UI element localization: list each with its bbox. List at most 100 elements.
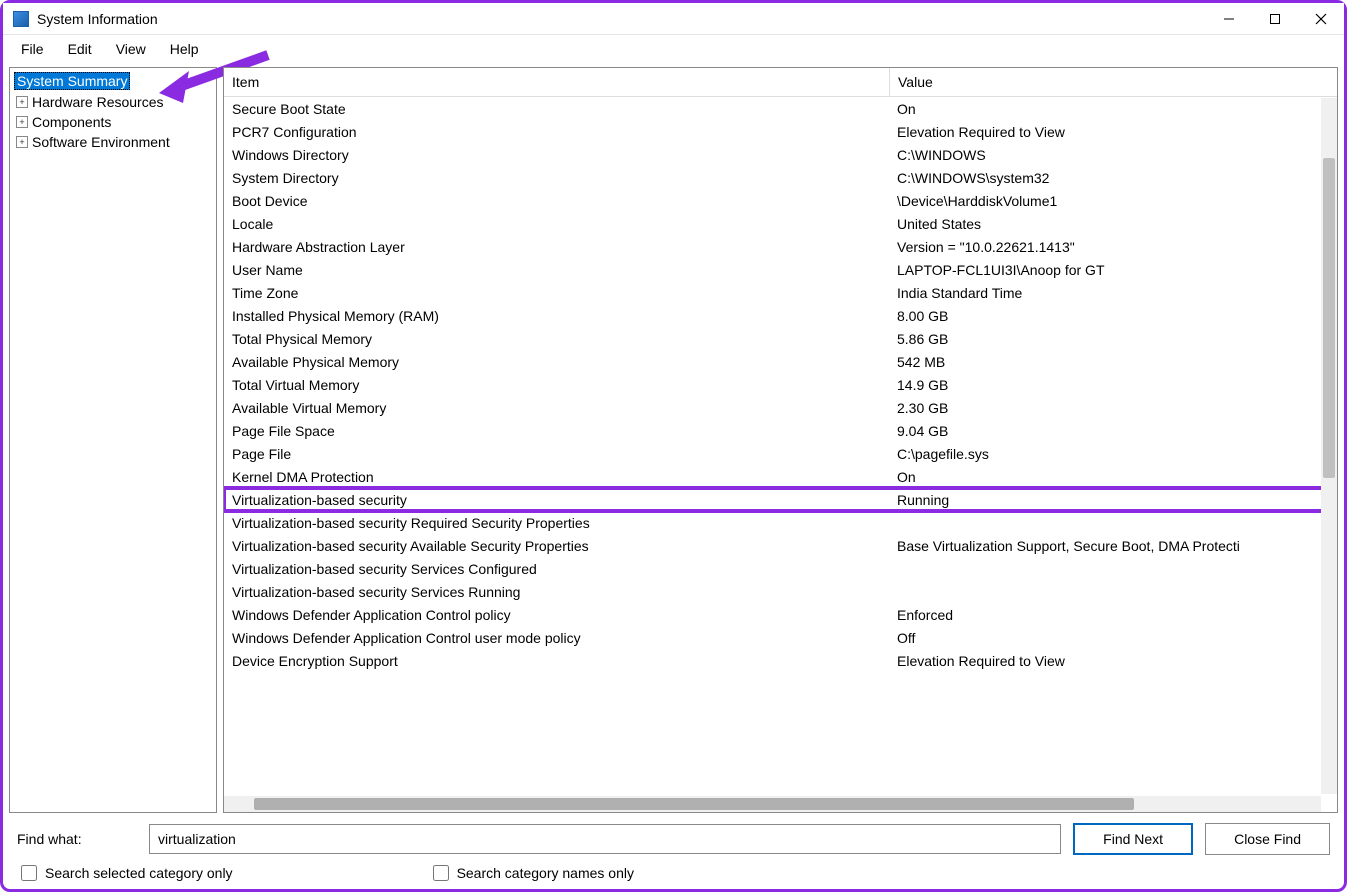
- cell-value: Off: [889, 626, 1337, 649]
- table-row[interactable]: PCR7 ConfigurationElevation Required to …: [224, 120, 1337, 143]
- expand-icon[interactable]: +: [16, 116, 28, 128]
- table-row[interactable]: Virtualization-based security Available …: [224, 534, 1337, 557]
- cell-item: Available Virtual Memory: [224, 396, 889, 419]
- table-row[interactable]: User NameLAPTOP-FCL1UI3I\Anoop for GT: [224, 258, 1337, 281]
- table-row[interactable]: Device Encryption SupportElevation Requi…: [224, 649, 1337, 672]
- cell-item: System Directory: [224, 166, 889, 189]
- cell-item: User Name: [224, 258, 889, 281]
- cell-item: Total Virtual Memory: [224, 373, 889, 396]
- horizontal-scrollbar[interactable]: [224, 796, 1321, 812]
- table-row[interactable]: Page File Space9.04 GB: [224, 419, 1337, 442]
- menu-help[interactable]: Help: [160, 38, 209, 60]
- vertical-scrollbar[interactable]: [1321, 98, 1337, 794]
- table-row[interactable]: Virtualization-based security Services C…: [224, 557, 1337, 580]
- tree-item-label: Components: [30, 114, 113, 130]
- table-row[interactable]: Page FileC:\pagefile.sys: [224, 442, 1337, 465]
- table-row[interactable]: Time ZoneIndia Standard Time: [224, 281, 1337, 304]
- cell-item: Virtualization-based security Services R…: [224, 580, 889, 603]
- cell-value: Running: [889, 488, 1337, 511]
- column-header-value[interactable]: Value: [890, 68, 1337, 96]
- cell-item: Device Encryption Support: [224, 649, 889, 672]
- cell-value: \Device\HarddiskVolume1: [889, 189, 1337, 212]
- table-row[interactable]: Windows Defender Application Control pol…: [224, 603, 1337, 626]
- find-label: Find what:: [17, 831, 137, 847]
- menu-file[interactable]: File: [11, 38, 54, 60]
- tree-item-system-summary[interactable]: System Summary: [14, 70, 212, 92]
- menu-edit[interactable]: Edit: [58, 38, 102, 60]
- cell-value: 8.00 GB: [889, 304, 1337, 327]
- tree-item-hardware-resources[interactable]: +Hardware Resources: [14, 92, 212, 112]
- menu-view[interactable]: View: [106, 38, 156, 60]
- table-row[interactable]: Available Virtual Memory2.30 GB: [224, 396, 1337, 419]
- expand-icon[interactable]: +: [16, 136, 28, 148]
- maximize-button[interactable]: [1252, 3, 1298, 35]
- search-selected-checkbox[interactable]: Search selected category only: [21, 865, 233, 881]
- search-names-checkbox[interactable]: Search category names only: [433, 865, 634, 881]
- cell-item: Available Physical Memory: [224, 350, 889, 373]
- table-row[interactable]: Windows Defender Application Control use…: [224, 626, 1337, 649]
- cell-value: On: [889, 97, 1337, 120]
- table-row[interactable]: Total Virtual Memory14.9 GB: [224, 373, 1337, 396]
- tree-item-label: System Summary: [14, 72, 130, 90]
- search-names-label: Search category names only: [457, 865, 634, 881]
- table-row[interactable]: Windows DirectoryC:\WINDOWS: [224, 143, 1337, 166]
- table-row[interactable]: Secure Boot StateOn: [224, 97, 1337, 120]
- cell-value: C:\WINDOWS\system32: [889, 166, 1337, 189]
- cell-item: Page File: [224, 442, 889, 465]
- cell-value: 9.04 GB: [889, 419, 1337, 442]
- table-row[interactable]: Virtualization-based security Required S…: [224, 511, 1337, 534]
- category-tree[interactable]: System Summary+Hardware Resources+Compon…: [9, 67, 217, 813]
- find-options: Search selected category only Search cat…: [3, 861, 1344, 889]
- cell-item: PCR7 Configuration: [224, 120, 889, 143]
- cell-item: Virtualization-based security Required S…: [224, 511, 889, 534]
- search-selected-checkbox-input[interactable]: [21, 865, 37, 881]
- cell-item: Installed Physical Memory (RAM): [224, 304, 889, 327]
- cell-item: Windows Defender Application Control use…: [224, 626, 889, 649]
- cell-value: [889, 557, 1337, 580]
- cell-item: Virtualization-based security: [224, 488, 889, 511]
- table-row[interactable]: Virtualization-based security Services R…: [224, 580, 1337, 603]
- tree-item-components[interactable]: +Components: [14, 112, 212, 132]
- table-row[interactable]: System DirectoryC:\WINDOWS\system32: [224, 166, 1337, 189]
- titlebar: System Information: [3, 3, 1344, 35]
- cell-item: Hardware Abstraction Layer: [224, 235, 889, 258]
- cell-value: India Standard Time: [889, 281, 1337, 304]
- close-button[interactable]: [1298, 3, 1344, 35]
- find-input[interactable]: [149, 824, 1061, 854]
- menubar: File Edit View Help: [3, 35, 1344, 63]
- table-scroll[interactable]: Item Value Secure Boot StateOnPCR7 Confi…: [224, 68, 1337, 812]
- cell-value: LAPTOP-FCL1UI3I\Anoop for GT: [889, 258, 1337, 281]
- minimize-icon: [1223, 13, 1235, 25]
- find-next-button[interactable]: Find Next: [1073, 823, 1193, 855]
- tree-item-label: Hardware Resources: [30, 94, 166, 110]
- cell-value: 5.86 GB: [889, 327, 1337, 350]
- search-selected-label: Search selected category only: [45, 865, 233, 881]
- table-header: Item Value: [224, 68, 1337, 97]
- tree-item-software-environment[interactable]: +Software Environment: [14, 132, 212, 152]
- cell-item: Virtualization-based security Available …: [224, 534, 889, 557]
- expand-icon[interactable]: +: [16, 96, 28, 108]
- window-title: System Information: [37, 11, 158, 27]
- table-row[interactable]: Boot Device\Device\HarddiskVolume1: [224, 189, 1337, 212]
- table-row[interactable]: LocaleUnited States: [224, 212, 1337, 235]
- cell-item: Kernel DMA Protection: [224, 465, 889, 488]
- table-row[interactable]: Virtualization-based securityRunning: [224, 488, 1337, 511]
- table-row[interactable]: Installed Physical Memory (RAM)8.00 GB: [224, 304, 1337, 327]
- cell-value: C:\WINDOWS: [889, 143, 1337, 166]
- cell-value: 2.30 GB: [889, 396, 1337, 419]
- table-row[interactable]: Kernel DMA ProtectionOn: [224, 465, 1337, 488]
- search-names-checkbox-input[interactable]: [433, 865, 449, 881]
- find-bar: Find what: Find Next Close Find: [3, 813, 1344, 861]
- table-row[interactable]: Available Physical Memory542 MB: [224, 350, 1337, 373]
- table-row[interactable]: Hardware Abstraction LayerVersion = "10.…: [224, 235, 1337, 258]
- cell-item: Page File Space: [224, 419, 889, 442]
- minimize-button[interactable]: [1206, 3, 1252, 35]
- close-icon: [1315, 13, 1327, 25]
- cell-value: [889, 580, 1337, 603]
- table-row[interactable]: Total Physical Memory5.86 GB: [224, 327, 1337, 350]
- cell-value: [889, 511, 1337, 534]
- cell-item: Total Physical Memory: [224, 327, 889, 350]
- column-header-item[interactable]: Item: [224, 68, 889, 96]
- close-find-button[interactable]: Close Find: [1205, 823, 1330, 855]
- system-information-window: { "window": { "title": "System Informati…: [3, 3, 1344, 889]
